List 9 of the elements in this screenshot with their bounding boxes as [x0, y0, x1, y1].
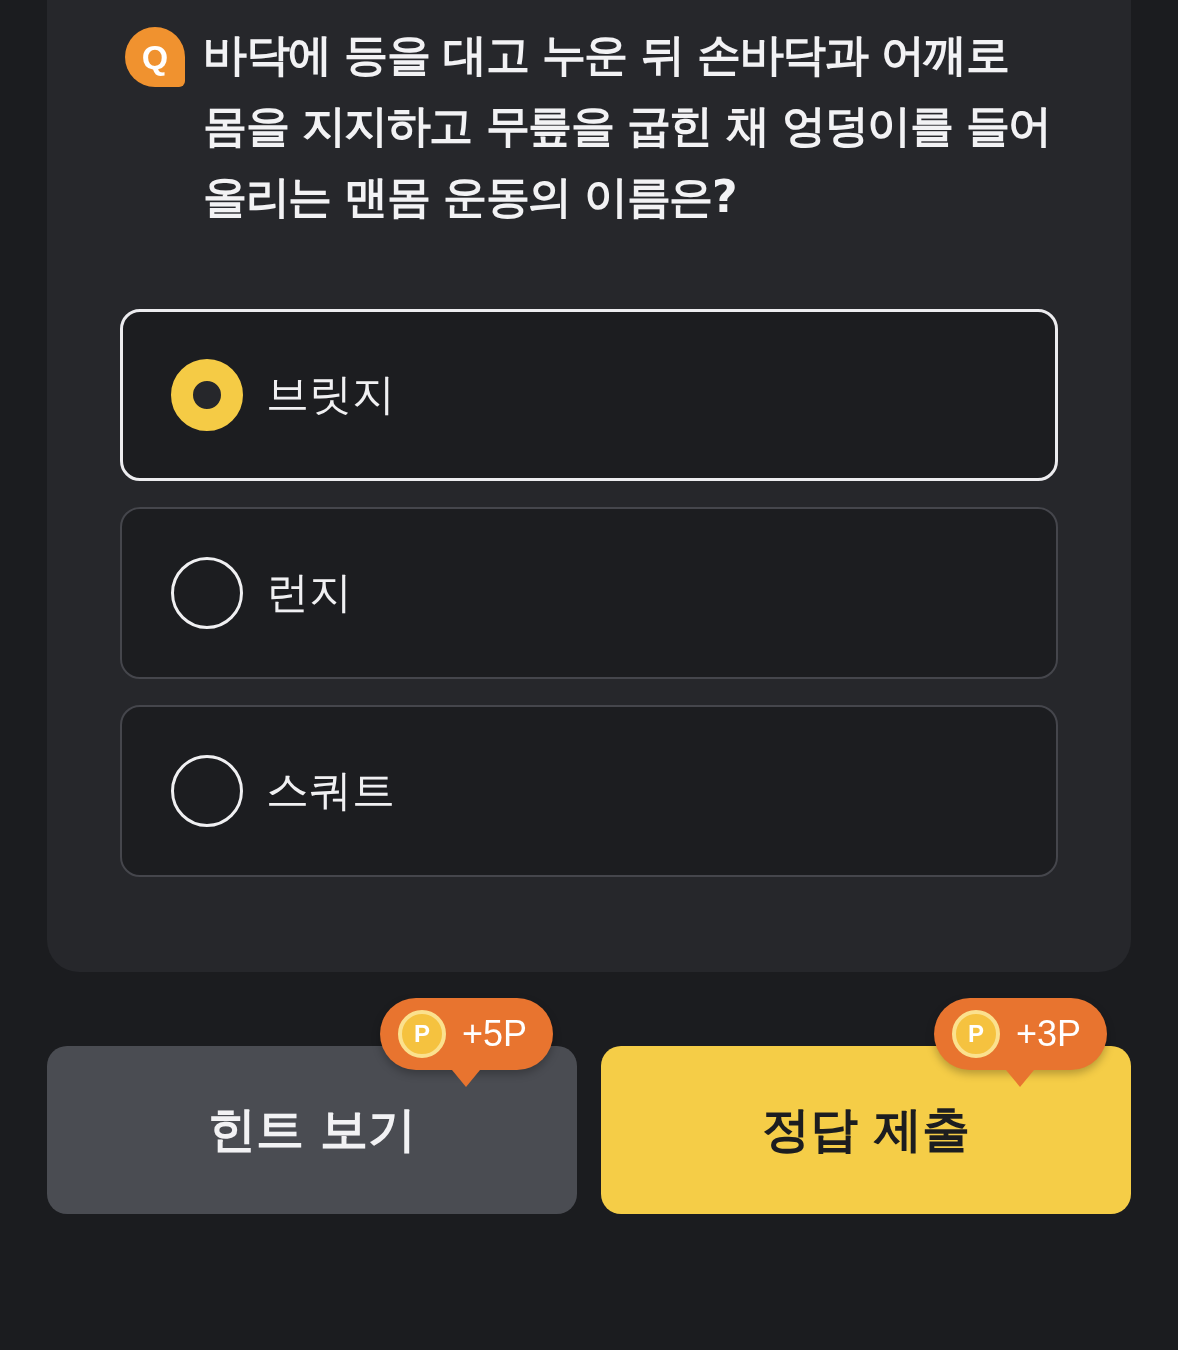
- q-badge: Q: [125, 27, 185, 87]
- hint-button[interactable]: 힌트 보기: [47, 1046, 577, 1214]
- coin-icon: P: [397, 1010, 446, 1058]
- answer-option[interactable]: 스쿼트: [120, 705, 1058, 877]
- submit-button[interactable]: 정답 제출: [601, 1046, 1131, 1214]
- answer-option[interactable]: 런지: [120, 507, 1058, 679]
- question-text: 바닥에 등을 대고 누운 뒤 손바닥과 어깨로 몸을 지지하고 무릎을 굽힌 채 엉덩이를 들어 올리는 맨몸 운동의 이름은?: [203, 28, 1052, 224]
- coin-icon: P: [951, 1010, 1000, 1058]
- answer-option[interactable]: 브릿지: [120, 309, 1058, 481]
